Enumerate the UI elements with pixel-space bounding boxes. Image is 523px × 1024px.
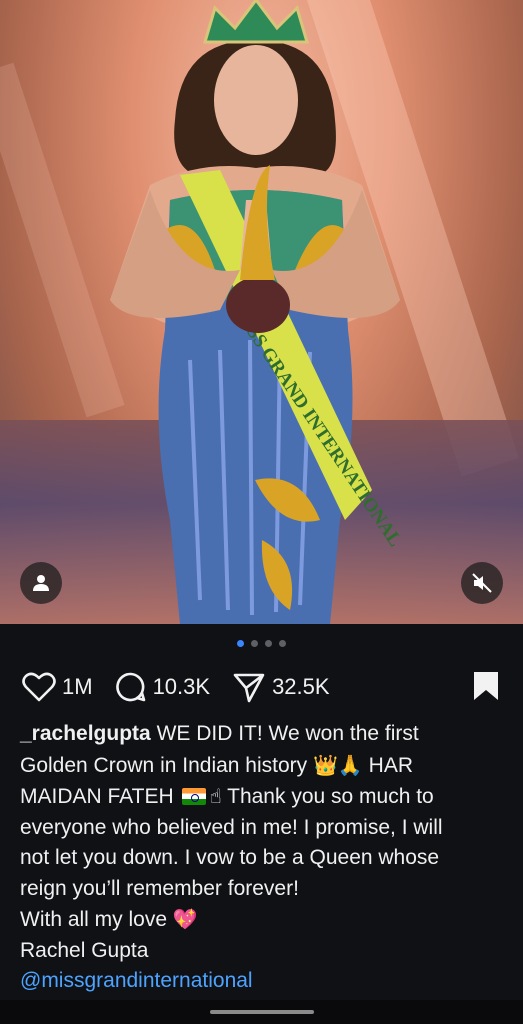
save-button[interactable] xyxy=(473,671,499,706)
carousel-dot xyxy=(279,640,286,647)
caption-text: WE DID IT! We won the first xyxy=(156,722,419,745)
carousel-dot-active xyxy=(237,640,244,647)
face xyxy=(214,45,298,155)
mute-icon xyxy=(472,573,492,593)
share-button[interactable]: 32.5K xyxy=(232,671,330,703)
pray-emoji: 🙏 xyxy=(337,752,363,777)
user-tag-icon xyxy=(33,575,49,591)
like-count: 1M xyxy=(62,674,93,699)
system-nav-bar xyxy=(0,1000,523,1024)
caption-text: everyone who believed in me! I promise, … xyxy=(20,815,443,839)
caption-text: With all my love xyxy=(20,908,168,931)
point-up-emoji: ☝ xyxy=(209,784,222,808)
share-icon xyxy=(233,673,265,703)
carousel-dot xyxy=(251,640,258,647)
caption-signature: Rachel Gupta xyxy=(20,938,149,962)
caption-text: MAIDAN FATEH xyxy=(20,785,174,808)
heart-icon xyxy=(22,672,56,702)
crown-shape xyxy=(202,0,310,44)
home-indicator[interactable] xyxy=(210,1010,314,1014)
caption-text: not let you down. I vow to be a Queen wh… xyxy=(20,846,440,869)
caption-text: HAR xyxy=(368,753,413,777)
tagged-users-button[interactable] xyxy=(20,562,62,604)
like-button[interactable]: 1M xyxy=(22,672,93,702)
caption-username[interactable]: _rachelgupta xyxy=(20,722,151,745)
sparkling-heart-emoji: 💖 xyxy=(172,907,198,931)
caption-text: Thank you so much to xyxy=(227,785,434,808)
comment-button[interactable]: 10.3K xyxy=(115,671,211,703)
share-count: 32.5K xyxy=(272,674,330,699)
post-caption: _rachelgupta WE DID IT! We won the first… xyxy=(20,719,505,997)
caption-text: Golden Crown in Indian history xyxy=(20,753,308,777)
trophy-base xyxy=(226,277,290,333)
mute-audio-button[interactable] xyxy=(461,562,503,604)
contestant-photo: MISS GRAND INTERNATIONAL xyxy=(110,0,406,624)
bookmark-icon xyxy=(474,672,498,700)
caption-text: reign you’ll remember forever! xyxy=(20,876,299,900)
crown-emoji: 👑 xyxy=(313,752,338,777)
caption-mention-link[interactable]: @missgrandinternational xyxy=(20,966,505,997)
post-media[interactable]: MISS GRAND INTERNATIONAL xyxy=(0,0,523,624)
post-actions-bar: 1M 10.3K 32.5K xyxy=(22,668,499,706)
comment-count: 10.3K xyxy=(152,674,211,699)
carousel-indicator xyxy=(0,640,523,647)
india-flag-emoji xyxy=(182,788,207,805)
comment-icon xyxy=(115,672,145,702)
carousel-dot xyxy=(265,640,272,647)
